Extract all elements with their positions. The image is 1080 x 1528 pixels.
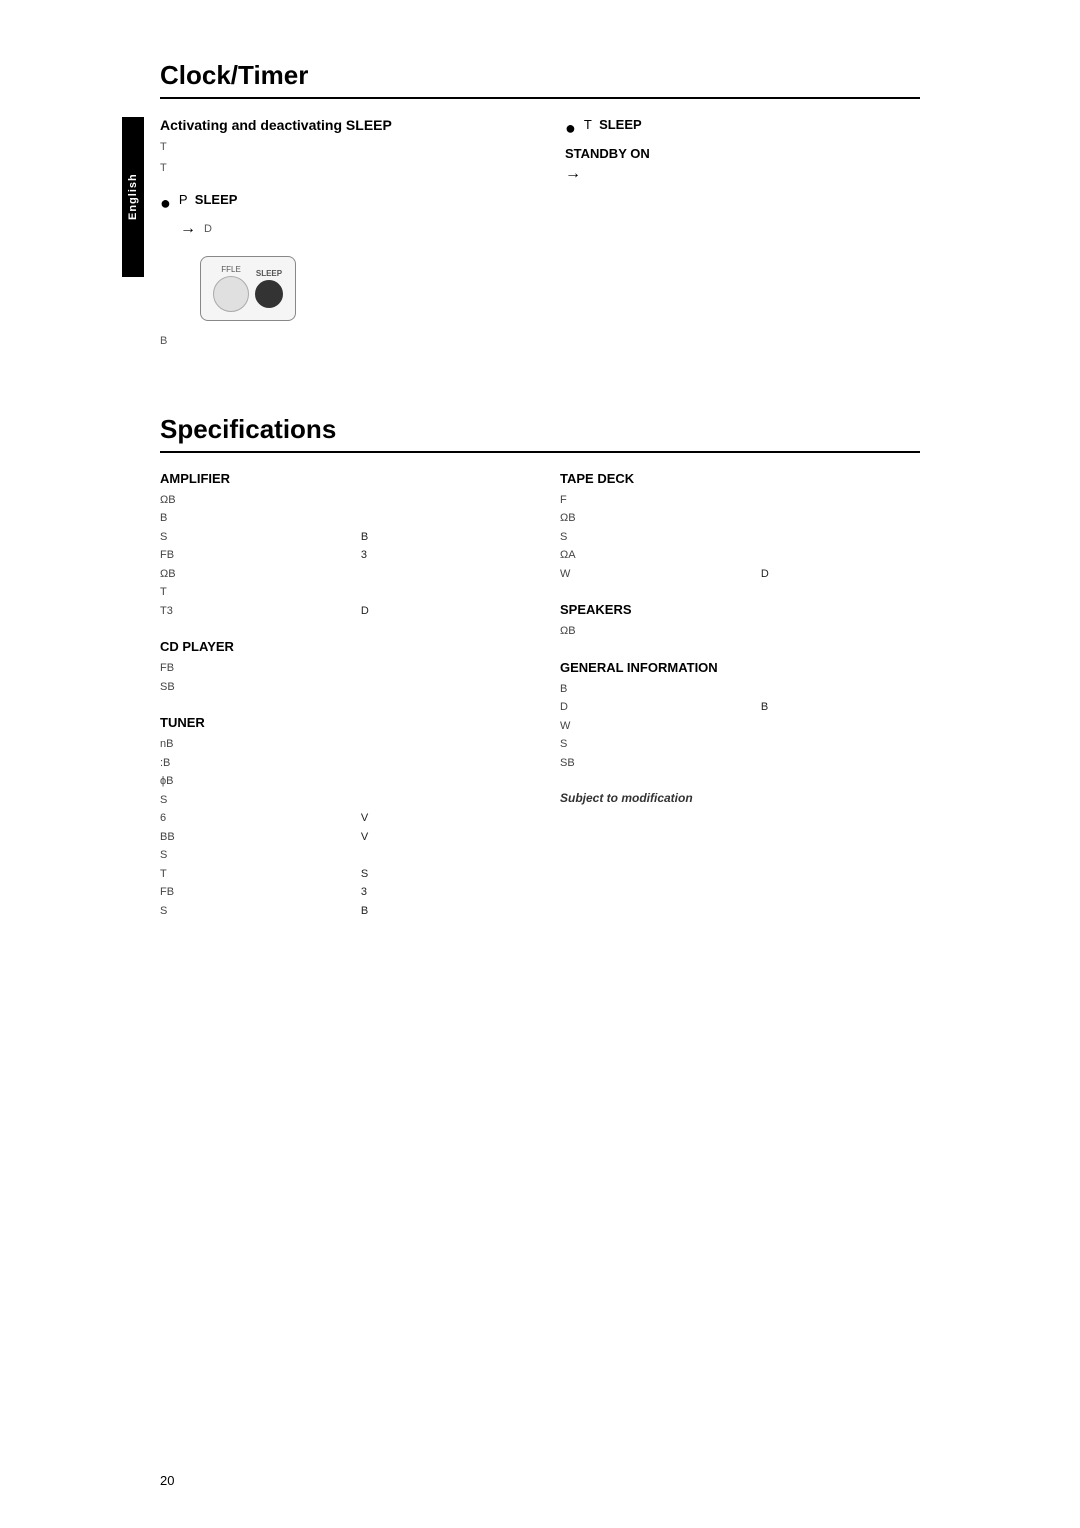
- specs-title: Specifications: [160, 414, 920, 445]
- spec-row: T S: [160, 866, 520, 883]
- spec-row: FB 3: [160, 547, 520, 564]
- specs-grid: AMPLIFIER ΩB B S B FB 3: [160, 471, 920, 940]
- spec-row: W: [560, 718, 920, 735]
- spec-group-cdplayer: CD PLAYER FB SB: [160, 639, 520, 695]
- right-arrow-sym: →: [565, 165, 581, 183]
- bullet-dot-1: ●: [160, 194, 171, 212]
- clock-timer-title: Clock/Timer: [160, 60, 920, 91]
- spec-row: S B: [160, 903, 520, 920]
- btn-group-ffle: FFLE: [213, 265, 249, 312]
- spec-row: ΩB: [560, 510, 920, 527]
- specs-section: Specifications AMPLIFIER ΩB B: [160, 414, 920, 940]
- spec-group-amplifier: AMPLIFIER ΩB B S B FB 3: [160, 471, 520, 620]
- arrow-item-1: → D: [180, 220, 515, 238]
- btn-circle-sleep: [255, 280, 283, 308]
- spec-row: ΩB: [560, 623, 920, 640]
- spec-row: S: [160, 792, 520, 809]
- clock-section: Clock/Timer English Activating and deact…: [160, 60, 920, 354]
- spec-row: S B: [160, 529, 520, 546]
- btn-sleep-label-top: SLEEP: [256, 269, 282, 278]
- button-illustration: FFLE SLEEP: [200, 256, 296, 321]
- spec-row: 6 V: [160, 810, 520, 827]
- spec-group-tuner: TUNER nB :B ϕB S: [160, 715, 520, 919]
- arrow-sym-1: →: [180, 220, 196, 238]
- english-tab: English: [122, 117, 144, 277]
- spec-row: S: [560, 529, 920, 546]
- clock-divider: [160, 97, 920, 99]
- spec-row: nB: [160, 736, 520, 753]
- spec-row: :B: [160, 755, 520, 772]
- spec-row: B: [160, 510, 520, 527]
- cdplayer-title: CD PLAYER: [160, 639, 520, 654]
- btn-ffle-label-top: FFLE: [221, 265, 241, 274]
- bottom-text: B: [160, 333, 515, 350]
- spec-row: SB: [560, 755, 920, 772]
- tapedeck-title: TAPE DECK: [560, 471, 920, 486]
- spec-row: D B: [560, 699, 920, 716]
- specs-right-col: TAPE DECK F ΩB S ΩA: [560, 471, 920, 940]
- intro-line1: T: [160, 139, 515, 156]
- right-bullet-item: ● T SLEEP: [565, 117, 920, 137]
- btn-group-sleep: SLEEP: [255, 269, 283, 308]
- spec-row: SB: [160, 679, 520, 696]
- page-container: Clock/Timer English Activating and deact…: [0, 0, 1080, 1528]
- spec-row: ΩB: [160, 492, 520, 509]
- spec-row: S: [560, 736, 920, 753]
- btn-circle-ffle: [213, 276, 249, 312]
- spec-row: B: [560, 681, 920, 698]
- spec-row: FB 3: [160, 884, 520, 901]
- spec-row: ϕB: [160, 773, 520, 790]
- arrow-text-1: D: [204, 223, 212, 235]
- subject-to-modification: Subject to modification: [560, 791, 920, 805]
- specs-divider: [160, 451, 920, 453]
- general-title: GENERAL INFORMATION: [560, 660, 920, 675]
- spec-group-speakers: SPEAKERS ΩB: [560, 602, 920, 640]
- page-number: 20: [160, 1473, 174, 1488]
- right-bullet-dot: ●: [565, 119, 576, 137]
- spec-row: ΩA: [560, 547, 920, 564]
- clock-left-column: Activating and deactivating SLEEP T T ● …: [160, 117, 545, 354]
- specs-left-col: AMPLIFIER ΩB B S B FB 3: [160, 471, 520, 940]
- right-arrow-item: →: [565, 165, 920, 183]
- standby-label: STANDBY ON: [565, 146, 650, 161]
- button-row: FFLE SLEEP: [213, 265, 283, 312]
- spec-row: W D: [560, 566, 920, 583]
- speakers-title: SPEAKERS: [560, 602, 920, 617]
- spec-row: FB: [160, 660, 520, 677]
- bullet-item-1: ● P SLEEP: [160, 192, 515, 212]
- spec-row: BB V: [160, 829, 520, 846]
- clock-right-column: ● T SLEEP STANDBY ON →: [545, 117, 920, 354]
- right-bullet-text: T SLEEP: [584, 117, 642, 132]
- spec-row: F: [560, 492, 920, 509]
- spec-group-tapedeck: TAPE DECK F ΩB S ΩA: [560, 471, 920, 583]
- amplifier-title: AMPLIFIER: [160, 471, 520, 486]
- tuner-title: TUNER: [160, 715, 520, 730]
- intro-line2: T: [160, 160, 515, 177]
- spec-row: S: [160, 847, 520, 864]
- spec-row: T: [160, 584, 520, 601]
- subsection-title: Activating and deactivating SLEEP: [160, 117, 515, 133]
- spec-group-general: GENERAL INFORMATION B D B W S: [560, 660, 920, 772]
- spec-row: ΩB: [160, 566, 520, 583]
- bullet-text-1: P SLEEP: [179, 192, 238, 207]
- clock-content: English Activating and deactivating SLEE…: [160, 117, 920, 354]
- spec-row: T3 D: [160, 603, 520, 620]
